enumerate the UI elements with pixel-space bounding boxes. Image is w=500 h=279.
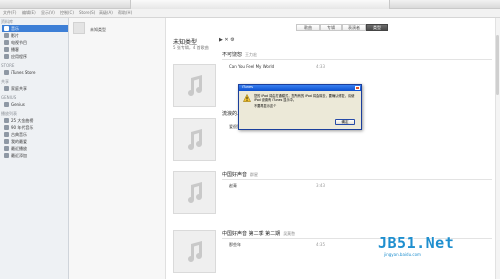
tab-songs[interactable]: 歌曲 bbox=[296, 24, 320, 31]
music-note-icon bbox=[188, 182, 202, 203]
sidebar-item-label: 最近添加 bbox=[11, 153, 27, 158]
music-note-icon bbox=[188, 241, 202, 262]
store-icon bbox=[4, 70, 9, 75]
playlist-icon bbox=[4, 118, 9, 123]
sidebar-item-tv[interactable]: 电视节目 bbox=[2, 39, 68, 46]
album-title[interactable]: 不可饶恕 王力宏 bbox=[222, 51, 257, 58]
vertical-scrollbar[interactable] bbox=[495, 18, 500, 279]
sidebar-item-label: 应用程序 bbox=[11, 54, 27, 59]
genre-name: 未知类型 bbox=[90, 27, 106, 32]
genre-row[interactable]: 未知类型 bbox=[71, 21, 164, 37]
divider bbox=[222, 59, 492, 60]
watermark-logo: JB51.Net bbox=[378, 234, 455, 252]
track-name[interactable]: 赵青 bbox=[229, 183, 237, 189]
menu-edit[interactable]: 编辑(E) bbox=[22, 10, 36, 16]
podcast-icon bbox=[4, 47, 9, 52]
album-artist: 群星 bbox=[250, 172, 259, 177]
playlist-icon bbox=[4, 132, 9, 137]
sidebar-item-itunes-store[interactable]: iTunes Store bbox=[2, 69, 68, 76]
album-title-text: 中国好声音 第二季 第二期 bbox=[222, 231, 281, 237]
apps-icon bbox=[4, 54, 9, 59]
play-shuffle-settings[interactable]: ▶ ✕ ⚙ bbox=[219, 37, 235, 43]
album-cover[interactable] bbox=[173, 118, 216, 161]
music-icon bbox=[4, 26, 9, 31]
menu-controls[interactable]: 控制(C) bbox=[60, 10, 74, 16]
dialog-message: 您的 iPod 将由打通模式，您所有的 iPod 将会除去，要确认修复，请使 i… bbox=[254, 94, 358, 109]
sidebar-item-home-sharing[interactable]: 家庭共享 bbox=[2, 85, 68, 92]
sidebar-item-music[interactable]: 音乐 bbox=[2, 25, 68, 32]
dialog-titlebar: iTunes bbox=[239, 85, 361, 91]
genre-list: 未知类型 bbox=[69, 18, 166, 279]
music-note-icon bbox=[188, 129, 202, 150]
album-cover[interactable] bbox=[173, 64, 216, 107]
tv-icon bbox=[4, 40, 9, 45]
album-title[interactable]: 中国好声音 群星 bbox=[222, 171, 258, 178]
album-title-text: 中国好声音 bbox=[222, 172, 248, 178]
track-duration: 4:35 bbox=[316, 242, 325, 247]
track-name[interactable]: Can You Feel My World bbox=[229, 64, 274, 69]
album-title-text: 不可饶恕 bbox=[222, 52, 243, 58]
tab-genres[interactable]: 类型 bbox=[366, 24, 388, 31]
track-name[interactable]: 那些年 bbox=[229, 242, 241, 248]
ok-button[interactable]: 确定 bbox=[335, 119, 355, 125]
genius-icon bbox=[4, 102, 9, 107]
sidebar-item-label: 家庭共享 bbox=[11, 86, 27, 91]
now-playing-display bbox=[130, 0, 390, 9]
sidebar: 资料库 音乐 影片 电视节目 播客 应用程序 STORE iTunes Stor… bbox=[0, 18, 69, 279]
sidebar-item-playlist[interactable]: 25 大金曲榜 bbox=[2, 117, 68, 124]
alert-dialog: iTunes 您的 iPod 将由打通模式，您所有的 iPod 将会除去，要确认… bbox=[238, 84, 362, 130]
sidebar-item-apps[interactable]: 应用程序 bbox=[2, 53, 68, 60]
sidebar-item-playlist[interactable]: 90 年代音乐 bbox=[2, 124, 68, 131]
sidebar-heading-genius: GENIUS bbox=[1, 95, 17, 100]
sidebar-item-playlist[interactable]: 古典音乐 bbox=[2, 131, 68, 138]
music-note-icon bbox=[188, 75, 202, 96]
divider bbox=[222, 179, 492, 180]
album-title[interactable]: 中国好声音 第二季 第二期 吴莫愁 bbox=[222, 230, 295, 237]
playlist-icon bbox=[4, 146, 9, 151]
menu-advanced[interactable]: 高级(A) bbox=[99, 10, 113, 16]
watermark: JB51.Net jingyan.baidu.com bbox=[378, 234, 454, 257]
movie-icon bbox=[4, 33, 9, 38]
sidebar-item-genius[interactable]: Genius bbox=[2, 101, 68, 108]
album-artist: 吴莫愁 bbox=[283, 231, 296, 236]
playlist-icon bbox=[4, 125, 9, 130]
menu-help[interactable]: 帮助(H) bbox=[118, 10, 132, 16]
sidebar-item-playlist[interactable]: 我的最爱 bbox=[2, 138, 68, 145]
menu-bar: 文件(F) 编辑(E) 显示(V) 控制(C) Store(S) 高级(A) 帮… bbox=[0, 9, 500, 18]
album-artist: 王力宏 bbox=[245, 52, 258, 57]
sidebar-item-playlist[interactable]: 最近添加 bbox=[2, 152, 68, 159]
tab-artists[interactable]: 表演者 bbox=[342, 24, 366, 31]
sidebar-item-playlist[interactable]: 最近播放 bbox=[2, 145, 68, 152]
track-duration: 4:33 bbox=[316, 64, 325, 69]
dialog-title: iTunes bbox=[242, 85, 253, 89]
menu-file[interactable]: 文件(F) bbox=[3, 10, 16, 16]
dialog-message-text: 您的 iPod 将由打通模式，您所有的 iPod 将会除去，要确认修复，请使 i… bbox=[254, 94, 355, 103]
album-cover[interactable] bbox=[173, 230, 216, 273]
genre-thumbnail bbox=[73, 22, 85, 34]
sidebar-item-label: iTunes Store bbox=[11, 70, 36, 75]
watermark-url: jingyan.baidu.com bbox=[384, 252, 421, 257]
sidebar-heading-store: STORE bbox=[1, 63, 15, 68]
album-cover[interactable] bbox=[173, 171, 216, 214]
sidebar-item-label: Genius bbox=[11, 102, 25, 107]
sidebar-item-podcasts[interactable]: 播客 bbox=[2, 46, 68, 53]
playlist-icon bbox=[4, 139, 9, 144]
home-icon bbox=[4, 86, 9, 91]
close-icon[interactable] bbox=[355, 86, 360, 90]
dialog-hint: 不要再显示这个 bbox=[254, 104, 277, 109]
track-duration: 3:43 bbox=[316, 183, 325, 188]
warning-icon bbox=[243, 94, 251, 102]
scrollbar-thumb[interactable] bbox=[496, 35, 499, 95]
tab-albums[interactable]: 专辑 bbox=[320, 24, 342, 31]
sidebar-item-movies[interactable]: 影片 bbox=[2, 32, 68, 39]
menu-store[interactable]: Store(S) bbox=[79, 10, 95, 15]
playlist-icon bbox=[4, 153, 9, 158]
menu-view[interactable]: 显示(V) bbox=[41, 10, 55, 16]
page-subtitle: 5 张专辑，4 首歌曲 bbox=[173, 45, 209, 50]
